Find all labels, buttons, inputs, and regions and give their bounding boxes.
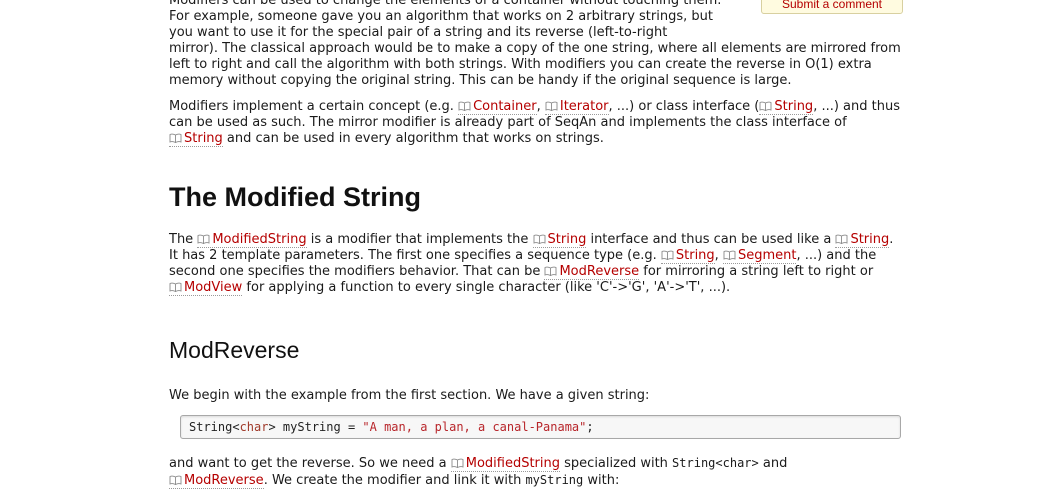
book-icon	[759, 101, 772, 111]
text: for applying a function to every single …	[242, 280, 731, 295]
text: with:	[583, 473, 620, 488]
modreverse-paragraph: and want to get the reverse. So we need …	[169, 455, 904, 489]
link-string[interactable]: String	[759, 99, 814, 115]
link-modview[interactable]: ModView	[169, 280, 243, 296]
link-label: Container	[473, 99, 537, 114]
code-text: > myString =	[268, 420, 363, 434]
text: interface and thus can be used like a	[586, 232, 836, 247]
book-icon	[169, 133, 182, 143]
link-label: String	[675, 248, 715, 263]
link-label: String	[774, 99, 814, 114]
link-label: ModReverse	[184, 473, 264, 488]
text: , ...) or class interface (	[608, 99, 760, 114]
book-icon	[545, 101, 558, 111]
link-label: Iterator	[559, 99, 609, 114]
modified-string-paragraph: The ModifiedString is a modifier that im…	[169, 232, 904, 296]
link-string[interactable]: String	[660, 248, 715, 264]
text: The	[169, 232, 198, 247]
text: for mirroring a string left to right or	[639, 264, 874, 279]
inline-code: String<char>	[672, 456, 759, 470]
book-icon	[723, 250, 736, 260]
link-modreverse[interactable]: ModReverse	[544, 264, 640, 280]
concept-paragraph: Modifiers implement a certain concept (e…	[169, 99, 904, 147]
link-modifiedstring[interactable]: ModifiedString	[197, 232, 307, 248]
link-segment[interactable]: Segment	[722, 248, 797, 264]
book-icon	[661, 250, 674, 260]
code-text: String<	[189, 420, 240, 434]
link-label: String	[850, 232, 890, 247]
book-icon	[458, 101, 471, 111]
code-string-literal: "A man, a plan, a canal-Panama"	[362, 420, 587, 434]
text: ,	[536, 99, 545, 114]
text: ,	[714, 248, 723, 263]
book-icon	[169, 282, 182, 292]
code-block: String<char> myString = "A man, a plan, …	[180, 415, 901, 439]
text: . We create the modifier and link it wit…	[263, 473, 526, 488]
book-icon	[533, 234, 545, 244]
inline-code: myString	[525, 473, 584, 487]
text: is a modifier that implements the	[306, 232, 533, 247]
text: and	[758, 456, 788, 471]
link-label: String	[547, 232, 587, 247]
link-string[interactable]: String	[835, 232, 890, 248]
book-icon	[545, 266, 557, 276]
text: Modifiers implement a certain concept (e…	[169, 99, 459, 114]
link-label: ModReverse	[559, 264, 640, 279]
link-label: String	[184, 131, 223, 146]
link-container[interactable]: Container	[458, 99, 537, 115]
section-heading-modreverse: ModReverse	[169, 337, 300, 363]
link-label: ModifiedString	[465, 456, 561, 471]
link-modifiedstring[interactable]: ModifiedString	[450, 456, 561, 472]
book-icon	[197, 234, 210, 244]
link-label: ModView	[184, 280, 243, 295]
intro-text-rest: mirror). The classical approach would be…	[169, 41, 901, 88]
article-content: Modifiers can be used to change the elem…	[169, 0, 904, 500]
intro-paragraph: Modifiers can be used to change the elem…	[169, 0, 904, 89]
code-keyword: char	[239, 420, 269, 434]
link-label: Segment	[737, 248, 797, 263]
text: specialized with	[560, 456, 673, 471]
code-text: ;	[586, 420, 594, 434]
book-icon	[451, 458, 464, 468]
link-string[interactable]: String	[532, 232, 587, 248]
book-icon	[835, 234, 848, 244]
link-string[interactable]: String	[169, 131, 223, 147]
modreverse-intro: We begin with the example from the first…	[169, 388, 650, 403]
link-label: ModifiedString	[212, 232, 307, 247]
text: and want to get the reverse. So we need …	[169, 456, 451, 471]
section-heading-modified-string: The Modified String	[169, 182, 421, 212]
text: and can be used in every algorithm that …	[222, 131, 604, 146]
book-icon	[169, 475, 182, 485]
intro-text-narrow: Modifiers can be used to change the elem…	[169, 0, 722, 40]
link-iterator[interactable]: Iterator	[544, 99, 609, 115]
